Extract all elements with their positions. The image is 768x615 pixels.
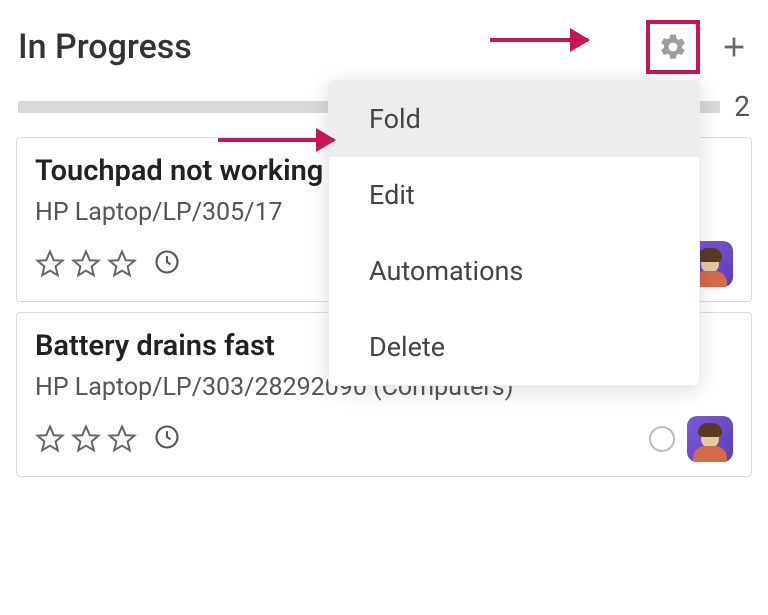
card-footer [35,416,733,462]
clock-icon [153,423,181,451]
column-header: In Progress [10,0,758,90]
activity-button[interactable] [153,423,181,455]
column-settings-button[interactable] [646,20,700,74]
annotation-arrow [218,138,334,142]
column-title: In Progress [18,27,646,67]
clock-icon [153,248,181,276]
priority-stars[interactable] [35,424,137,454]
priority-stars[interactable] [35,249,137,279]
menu-item-delete[interactable]: Delete [329,309,699,385]
column-count: 2 [734,90,750,123]
column-actions [646,20,750,74]
status-indicator[interactable] [649,426,675,452]
menu-item-edit[interactable]: Edit [329,157,699,233]
star-icon [71,424,101,454]
assignee-avatar[interactable] [687,416,733,462]
menu-item-automations[interactable]: Automations [329,233,699,309]
gear-icon [658,32,688,62]
activity-button[interactable] [153,248,181,280]
column-settings-menu: Fold Edit Automations Delete [328,80,700,386]
annotation-arrow [490,38,588,42]
add-card-button[interactable] [718,31,750,63]
star-icon [107,424,137,454]
menu-item-fold[interactable]: Fold [329,81,699,157]
star-icon [107,249,137,279]
star-icon [35,424,65,454]
star-icon [71,249,101,279]
star-icon [35,249,65,279]
